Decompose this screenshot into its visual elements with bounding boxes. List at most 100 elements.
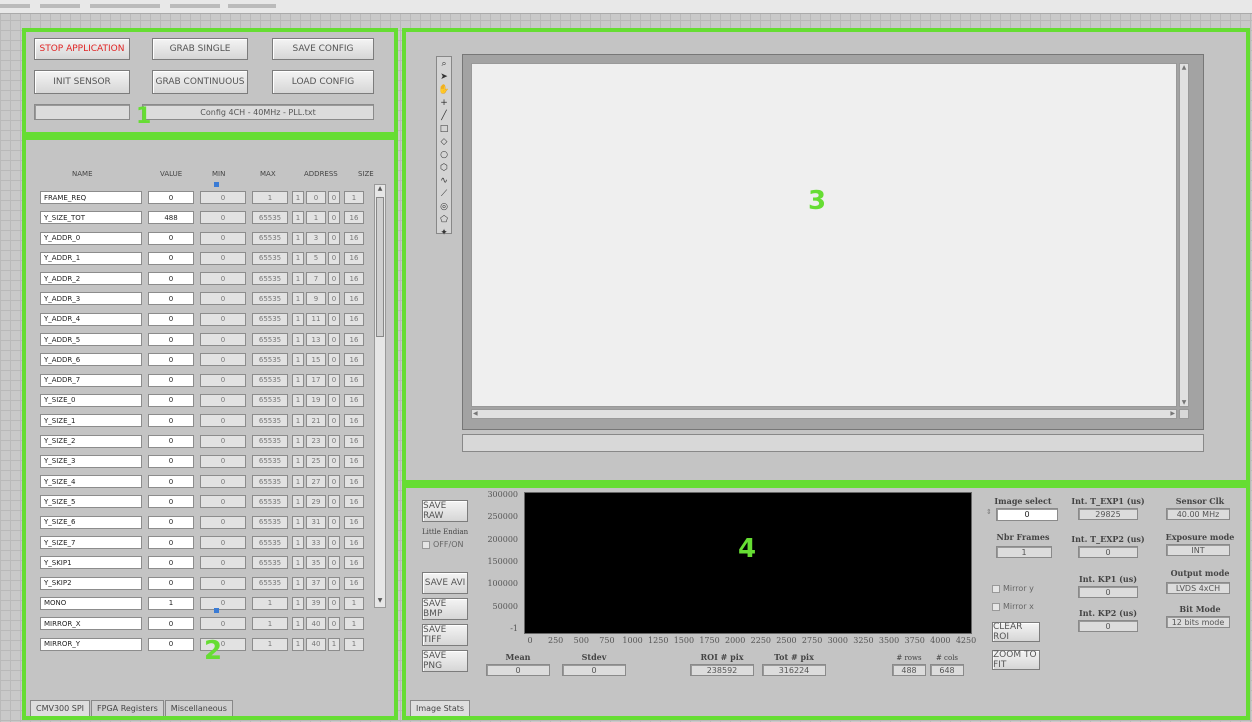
- save-tiff-button[interactable]: SAVE TIFF: [422, 624, 468, 646]
- register-addr-bit: 0: [328, 373, 340, 387]
- save-config-button[interactable]: SAVE CONFIG: [272, 38, 374, 60]
- zoom-icon[interactable]: ⌕: [437, 57, 451, 70]
- register-value[interactable]: 0: [148, 231, 194, 245]
- mirror-x-checkbox[interactable]: [992, 602, 1000, 611]
- rectangle-icon[interactable]: □: [437, 122, 451, 135]
- scroll-up-arrow[interactable]: ▲: [375, 185, 385, 195]
- clear-roi-button[interactable]: CLEAR ROI: [992, 622, 1040, 642]
- image-select-input[interactable]: 0: [996, 508, 1058, 521]
- image-canvas[interactable]: [471, 63, 1177, 407]
- register-min: 0: [200, 617, 246, 631]
- mirror-y-toggle[interactable]: Mirror y: [992, 584, 1034, 593]
- register-value[interactable]: 0: [148, 617, 194, 631]
- register-min: 0: [200, 556, 246, 570]
- mirror-y-checkbox[interactable]: [992, 584, 1000, 593]
- line-icon[interactable]: ╱: [437, 109, 451, 122]
- register-value[interactable]: 0: [148, 454, 194, 468]
- register-min: 0: [200, 475, 246, 489]
- x-tick-label: 250: [548, 636, 564, 645]
- canvas-vertical-scrollbar[interactable]: ▲ ▼: [1179, 63, 1189, 407]
- register-addr-page: 1: [292, 637, 304, 651]
- x-tick-label: 1750: [699, 636, 720, 645]
- register-value[interactable]: 0: [148, 536, 194, 550]
- register-value[interactable]: 0: [148, 576, 194, 590]
- scroll-down-arrow[interactable]: ▼: [375, 597, 385, 607]
- save-raw-button[interactable]: SAVE RAW: [422, 500, 468, 522]
- canvas-scroll-up-arrow[interactable]: ▲: [1180, 64, 1188, 71]
- broken-rect-icon[interactable]: ⬠: [437, 213, 451, 226]
- grab-single-button[interactable]: GRAB SINGLE: [152, 38, 248, 60]
- nbr-frames-value: 1: [996, 546, 1052, 558]
- grab-continuous-button[interactable]: GRAB CONTINUOUS: [152, 70, 248, 94]
- polygon-icon[interactable]: ⬡: [437, 161, 451, 174]
- tab-image-stats[interactable]: Image Stats: [410, 700, 471, 716]
- mirror-x-toggle[interactable]: Mirror x: [992, 602, 1034, 611]
- canvas-scroll-right-arrow[interactable]: ▶: [1170, 410, 1175, 417]
- register-name: MIRROR_X: [40, 617, 142, 631]
- register-value[interactable]: 0: [148, 251, 194, 265]
- register-value[interactable]: 488: [148, 211, 194, 225]
- zoom-to-fit-button[interactable]: ZOOM TO FIT: [992, 650, 1040, 670]
- int-t-exp2-label: Int. T_EXP2 (us): [1071, 534, 1145, 544]
- save-avi-button[interactable]: SAVE AVI: [422, 572, 468, 594]
- register-name: Y_SIZE_6: [40, 515, 142, 529]
- register-value[interactable]: 0: [148, 556, 194, 570]
- image-display-panel: ⌕ ➤ ✋ + ╱ □ ◇ ○ ⬡ ∿ ⟋ ◎ ⬠ ✦ ▲ ▼ ◀ ▶ 3: [402, 28, 1250, 484]
- register-value[interactable]: 0: [148, 475, 194, 489]
- stats-tabs: Image Stats: [410, 700, 471, 716]
- register-value[interactable]: 0: [148, 272, 194, 286]
- register-value[interactable]: 0: [148, 373, 194, 387]
- register-addr: 7: [306, 272, 326, 286]
- point-icon[interactable]: ✦: [437, 226, 451, 239]
- annulus-icon[interactable]: ◎: [437, 200, 451, 213]
- register-scroll-thumb[interactable]: [376, 197, 384, 337]
- register-value[interactable]: 0: [148, 312, 194, 326]
- register-addr: 40: [306, 617, 326, 631]
- register-addr-bit: 1: [328, 637, 340, 651]
- register-min: 0: [200, 272, 246, 286]
- little-endian-checkbox[interactable]: [422, 540, 430, 549]
- register-value[interactable]: 0: [148, 353, 194, 367]
- register-value[interactable]: 0: [148, 637, 194, 651]
- register-value[interactable]: 0: [148, 414, 194, 428]
- load-config-button[interactable]: LOAD CONFIG: [272, 70, 374, 94]
- register-max: 65535: [252, 333, 288, 347]
- register-value[interactable]: 0: [148, 434, 194, 448]
- tab-cmv300-spi[interactable]: CMV300 SPI: [30, 700, 91, 716]
- init-sensor-button[interactable]: INIT SENSOR: [34, 70, 130, 94]
- register-value[interactable]: 0: [148, 495, 194, 509]
- panel-number-2: 2: [204, 636, 223, 666]
- canvas-horizontal-scrollbar[interactable]: ◀ ▶: [471, 409, 1177, 419]
- pan-icon[interactable]: ✋: [437, 83, 451, 96]
- panel-number-3: 3: [808, 186, 827, 216]
- canvas-scroll-down-arrow[interactable]: ▼: [1180, 399, 1188, 406]
- register-value[interactable]: 0: [148, 515, 194, 529]
- polyline-icon[interactable]: ⟋: [437, 187, 451, 200]
- canvas-scroll-left-arrow[interactable]: ◀: [473, 410, 478, 417]
- save-png-button[interactable]: SAVE PNG: [422, 650, 468, 672]
- register-value[interactable]: 0: [148, 393, 194, 407]
- register-value[interactable]: 0: [148, 191, 194, 204]
- pointer-icon[interactable]: ➤: [437, 70, 451, 83]
- tab-fpga-registers[interactable]: FPGA Registers: [91, 700, 164, 716]
- register-value[interactable]: 0: [148, 292, 194, 306]
- y-tick-label: 250000: [487, 512, 518, 522]
- rotated-rect-icon[interactable]: ◇: [437, 135, 451, 148]
- little-endian-toggle[interactable]: OFF/ON: [422, 540, 463, 549]
- register-addr: 15: [306, 353, 326, 367]
- register-value[interactable]: 1: [148, 596, 194, 610]
- register-scrollbar[interactable]: ▲ ▼: [374, 184, 386, 608]
- freehand-icon[interactable]: ∿: [437, 174, 451, 187]
- stop-application-button[interactable]: STOP APPLICATION: [34, 38, 130, 60]
- tab-miscellaneous[interactable]: Miscellaneous: [164, 700, 233, 716]
- bit-mode-value: 12 bits mode: [1166, 616, 1230, 628]
- crosshair-icon[interactable]: +: [437, 96, 451, 109]
- int-t-exp1-label: Int. T_EXP1 (us): [1071, 496, 1145, 506]
- table-row: Y_ADDR_2 0 0 65535 1 7 0 16: [40, 269, 388, 289]
- image-select-spinner[interactable]: ⇕: [986, 508, 992, 516]
- x-tick-label: 3000: [827, 636, 848, 645]
- save-bmp-button[interactable]: SAVE BMP: [422, 598, 468, 620]
- register-addr-bit: 0: [328, 191, 340, 204]
- register-value[interactable]: 0: [148, 333, 194, 347]
- oval-icon[interactable]: ○: [437, 148, 451, 161]
